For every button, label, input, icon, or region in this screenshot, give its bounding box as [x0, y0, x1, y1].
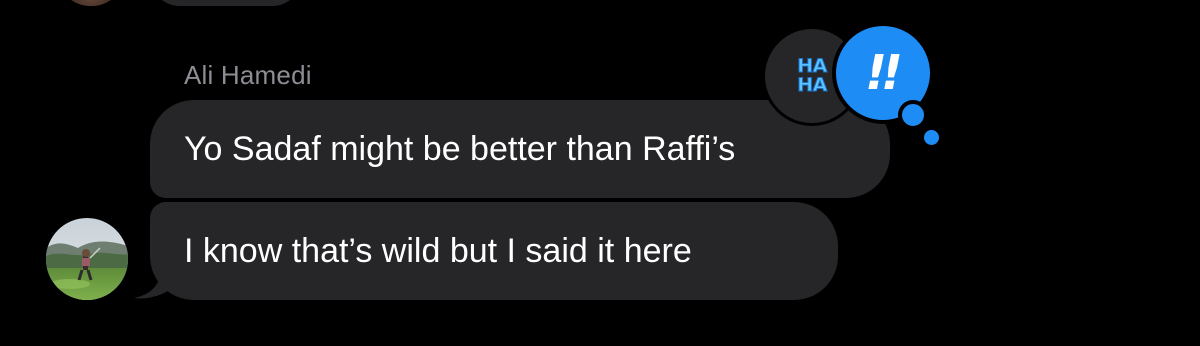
- reaction-bubble-dot-small: [924, 130, 939, 145]
- message-bubble[interactable]: Yo Sadaf might be better than Raffi’s: [150, 100, 890, 198]
- double-exclamation-icon: !!: [865, 45, 903, 101]
- previous-message-bubble[interactable]: [150, 0, 302, 6]
- message-text: I know that’s wild but I said it here: [184, 232, 692, 270]
- message-bubble[interactable]: I know that’s wild but I said it here: [150, 202, 838, 300]
- haha-tapback-icon: HA HA: [797, 56, 828, 96]
- previous-avatar[interactable]: [62, 0, 120, 6]
- haha-line-2: HA: [797, 74, 828, 96]
- avatar-photo-icon: [46, 218, 128, 300]
- reaction-bubble-dot: [898, 100, 928, 130]
- sender-name: Ali Hamedi: [184, 60, 312, 90]
- contact-avatar[interactable]: [46, 218, 128, 300]
- message-text: Yo Sadaf might be better than Raffi’s: [184, 130, 736, 168]
- message-thread: Ali Hamedi Yo Sadaf might be better than…: [0, 0, 1200, 346]
